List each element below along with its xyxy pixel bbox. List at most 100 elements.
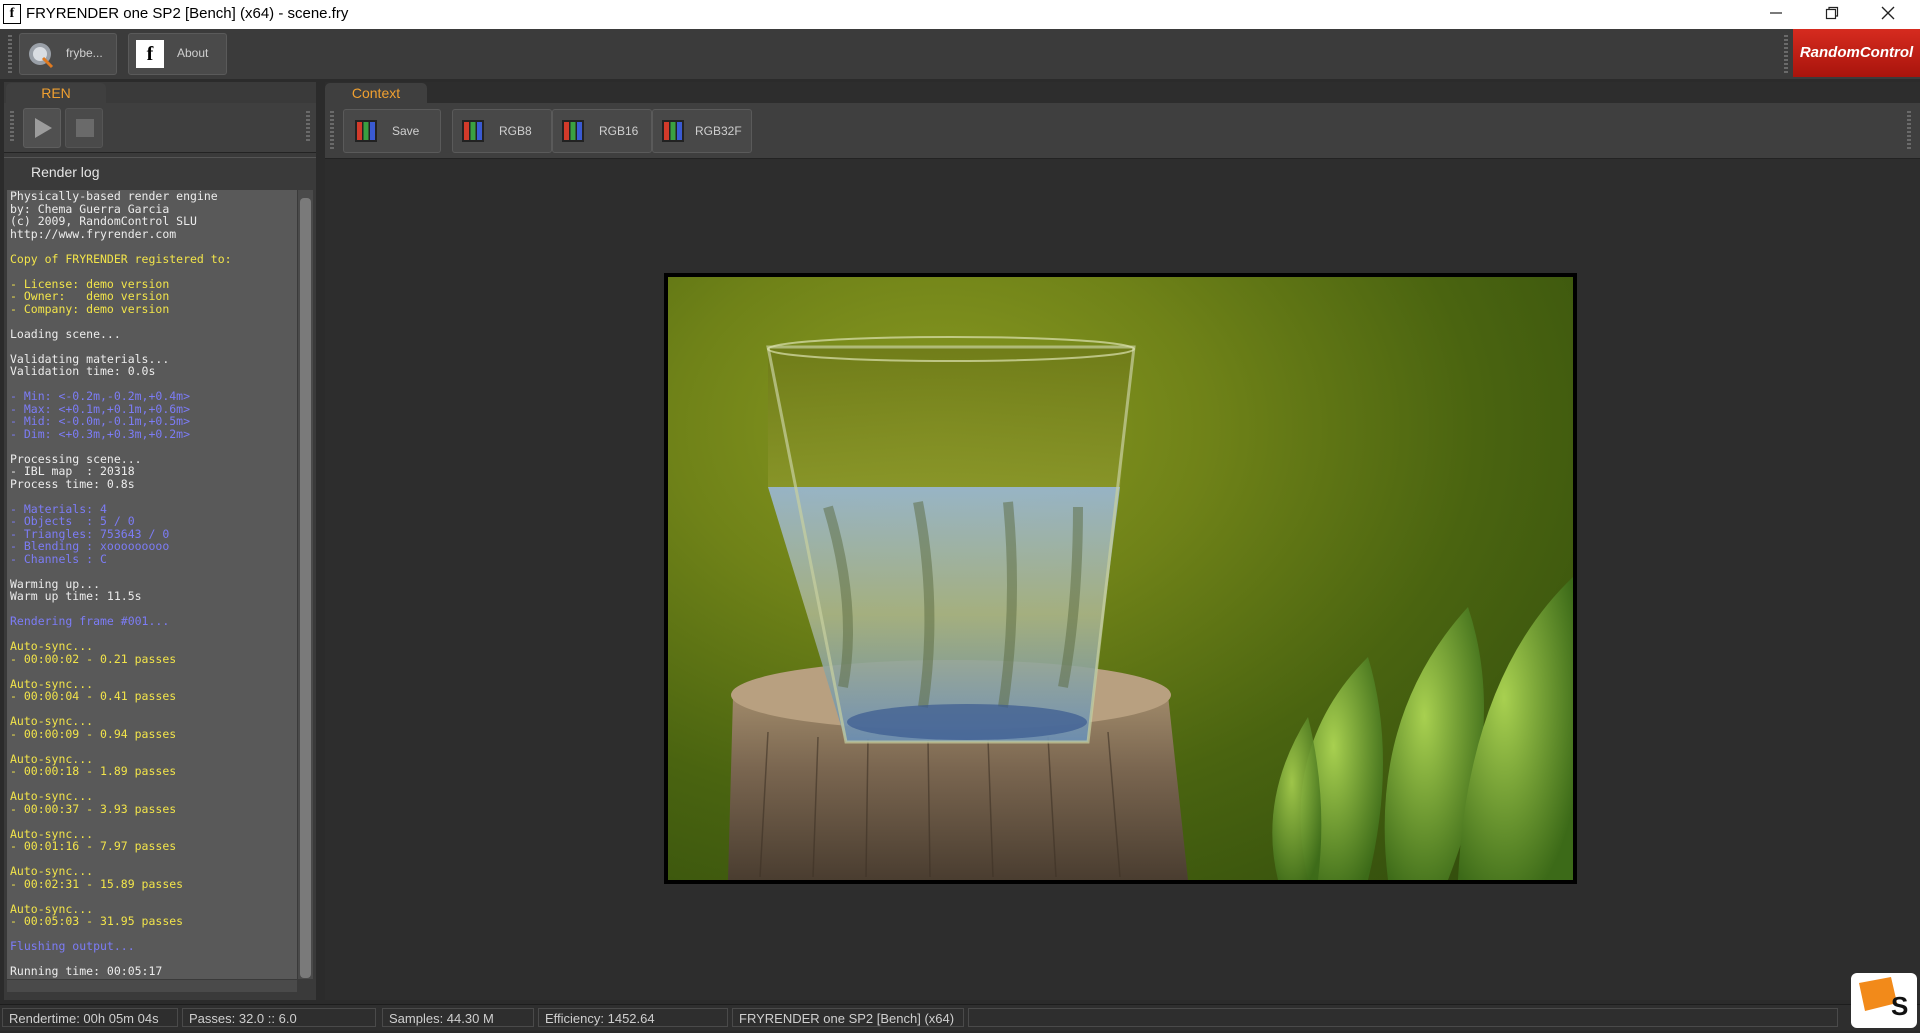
log-line: Physically-based render engine	[10, 190, 218, 203]
log-line: Rendering frame #001...	[10, 614, 170, 628]
render-viewport[interactable]	[664, 273, 1577, 884]
log-line: http://www.fryrender.com	[10, 226, 177, 241]
log-line	[10, 440, 232, 453]
log-line: Copy of FRYRENDER registered to:	[10, 251, 232, 266]
log-line: - Blending : xooooooooo	[10, 539, 170, 553]
log-line: Auto-sync...	[10, 789, 94, 803]
rgb8-label: RGB8	[499, 124, 532, 138]
log-line: - Min: <-0.2m,-0.2m,+0.4m>	[10, 389, 191, 403]
log-line: - IBL map : 20318	[10, 464, 135, 478]
rendered-image	[668, 277, 1573, 880]
divider	[4, 157, 316, 158]
render-log-label: Render log	[28, 164, 103, 180]
title-bar: f FRYRENDER one SP2 [Bench] (x64) - scen…	[0, 0, 1920, 29]
log-scrollbar-thumb[interactable]	[300, 198, 311, 978]
log-line	[10, 240, 232, 253]
log-lines: Physically-based render engine by: Chema …	[10, 190, 232, 978]
status-product: FRYRENDER one SP2 [Bench] (x64)	[732, 1008, 964, 1027]
log-line	[10, 565, 232, 578]
log-line: - Channels : C	[10, 551, 107, 566]
log-line: Auto-sync...	[10, 714, 94, 728]
save-icon	[355, 120, 377, 142]
context-toolbar-grip-right[interactable]	[1907, 111, 1911, 149]
status-efficiency: Efficiency: 1452.64	[538, 1008, 728, 1027]
context-toolbar: Save RGB8 RGB16 RGB32F	[325, 103, 1920, 159]
status-passes: Passes: 32.0 :: 6.0	[182, 1008, 376, 1027]
log-line	[10, 315, 232, 328]
rgb8-icon	[462, 120, 484, 142]
log-line: - 00:00:18 - 1.89 passes	[10, 764, 177, 778]
rendered-scene-illustration	[728, 336, 1573, 880]
watermark-logo-icon: S	[1859, 977, 1908, 1021]
frybench-button[interactable]: frybe...	[19, 33, 117, 75]
log-line	[10, 490, 232, 503]
rgb32f-icon	[662, 120, 684, 142]
play-button[interactable]	[23, 108, 61, 148]
stop-icon	[76, 119, 94, 137]
log-horizontal-scrollbar[interactable]	[7, 980, 297, 992]
log-line: - Objects : 5 / 0	[10, 514, 135, 528]
render-controls-toolbar	[4, 103, 316, 153]
restore-icon	[1825, 6, 1839, 20]
log-line: - Company: demo version	[10, 301, 170, 316]
rgb32f-label: RGB32F	[695, 124, 742, 138]
log-line: (c) 2009, RandomControl SLU	[10, 214, 197, 228]
log-line: Auto-sync...	[10, 639, 94, 653]
tab-context[interactable]: Context	[325, 83, 427, 103]
watermark-logo: S	[1851, 973, 1917, 1028]
log-line	[10, 265, 232, 278]
stop-button[interactable]	[65, 108, 103, 148]
minimize-button[interactable]	[1748, 0, 1804, 29]
rgb32f-button[interactable]: RGB32F	[652, 109, 752, 153]
log-line: - 00:02:31 - 15.89 passes	[10, 876, 184, 891]
rgb16-button[interactable]: RGB16	[552, 109, 652, 153]
randomcontrol-logo: RandomControl	[1793, 29, 1920, 77]
rgb16-label: RGB16	[599, 124, 639, 138]
close-icon	[1881, 6, 1895, 20]
log-line	[10, 340, 232, 353]
close-button[interactable]	[1860, 0, 1916, 29]
svg-text:S: S	[1891, 991, 1908, 1021]
log-line: Process time: 0.8s	[10, 476, 135, 491]
render-toolbar-grip-right[interactable]	[306, 111, 310, 143]
status-rendertime: Rendertime: 00h 05m 04s	[2, 1008, 178, 1027]
log-line: Flushing output...	[10, 939, 135, 953]
log-line: - 00:00:09 - 0.94 passes	[10, 726, 177, 741]
log-line: - 00:01:16 - 7.97 passes	[10, 839, 177, 853]
minimize-icon	[1770, 12, 1782, 14]
log-line	[10, 815, 232, 828]
log-line	[10, 665, 232, 678]
toolbar-grip-right[interactable]	[1784, 35, 1788, 73]
status-bar: Rendertime: 00h 05m 04s Passes: 32.0 :: …	[0, 1004, 1920, 1031]
rgb8-button[interactable]: RGB8	[452, 109, 552, 153]
about-button[interactable]: f About	[128, 33, 227, 75]
play-icon	[35, 118, 52, 138]
log-line	[10, 890, 232, 903]
render-log[interactable]: Physically-based render engine by: Chema …	[7, 190, 297, 979]
log-line: Warm up time: 11.5s	[10, 589, 142, 603]
tab-ren[interactable]: REN	[6, 83, 106, 103]
context-toolbar-grip[interactable]	[330, 111, 334, 149]
frybench-icon	[29, 43, 54, 69]
log-line: Validation time: 0.0s	[10, 364, 156, 378]
log-line: - Mid: <-0.0m,-0.1m,+0.5m>	[10, 414, 191, 428]
window-title: FRYRENDER one SP2 [Bench] (x64) - scene.…	[26, 5, 349, 22]
log-line: - Dim: <+0.3m,+0.3m,+0.2m>	[10, 426, 191, 441]
save-button[interactable]: Save	[343, 109, 441, 153]
about-label: About	[177, 46, 209, 60]
log-line: Running time: 00:05:17	[10, 964, 163, 978]
status-empty	[968, 1008, 1838, 1027]
app-icon: f	[3, 4, 21, 24]
log-line: - 00:05:03 - 31.95 passes	[10, 914, 184, 928]
toolbar-grip[interactable]	[8, 35, 12, 73]
log-line: Loading scene...	[10, 326, 121, 341]
log-line: - Owner: demo version	[10, 289, 170, 303]
status-samples: Samples: 44.30 M	[382, 1008, 534, 1027]
log-line: Auto-sync...	[10, 864, 94, 878]
render-toolbar-grip[interactable]	[10, 111, 14, 143]
frybench-label: frybe...	[66, 46, 103, 60]
restore-button[interactable]	[1804, 0, 1860, 29]
log-line: - 00:00:37 - 3.93 passes	[10, 801, 177, 816]
main-toolbar: frybe... f About	[0, 29, 1920, 79]
log-line: - 00:00:04 - 0.41 passes	[10, 689, 177, 703]
